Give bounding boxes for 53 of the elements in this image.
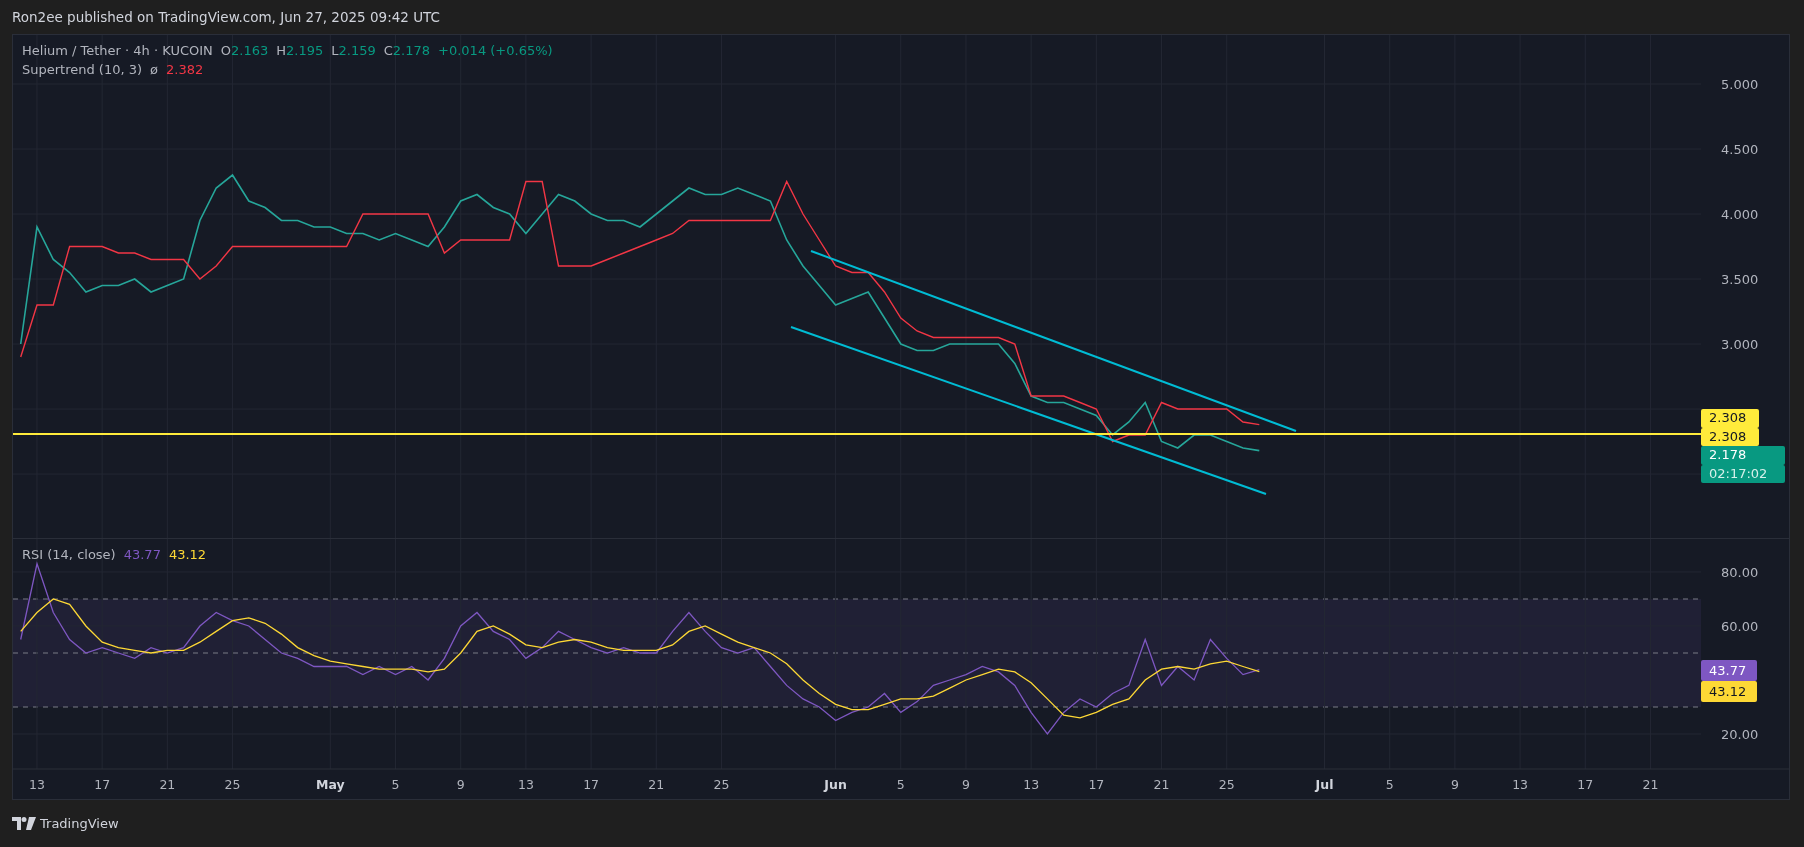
time-axis-label: 9 (1450, 777, 1459, 792)
time-axis-label: 5 (896, 777, 905, 792)
ohlc-value: L2.159 (331, 42, 376, 60)
logo-icon[interactable] (12, 817, 36, 830)
time-axis-label: 21 (1153, 777, 1170, 792)
publish-info: Ron2ee published on TradingView.com, Jun 27, 2025 09:42 UTC (12, 7, 440, 27)
rsi-axis-label: 20.00 (1721, 727, 1759, 742)
time-axis-label: 13 (1512, 777, 1529, 792)
price-label: 2.308 (1701, 427, 1759, 446)
indicator-value: 43.77 (123, 546, 161, 564)
time-axis-label: 21 (159, 777, 176, 792)
indicator-title: RSI (14, close) (22, 546, 116, 564)
indicator-value: 43.12 (168, 546, 207, 564)
countdown-label: 02:17:02 (1701, 464, 1785, 483)
ohlc-value: O2.163 (220, 42, 269, 60)
time-axis-label: 17 (94, 777, 111, 792)
time-axis-label: 13 (517, 777, 534, 792)
price-axis-label: 4.500 (1721, 142, 1759, 157)
rsi-axis-label: 60.00 (1721, 618, 1759, 634)
time-axis-label: 17 (583, 777, 600, 792)
ohlc-value: H2.195 (276, 42, 324, 60)
time-axis-label: Jun (824, 777, 847, 792)
price-change: +0.014 (+0.65%) (438, 42, 553, 60)
price-label: 2.178 (1701, 446, 1785, 465)
time-axis-label: 17 (1577, 777, 1594, 792)
time-axis-label: Jul (1315, 777, 1334, 792)
visibility-symbol[interactable]: ø (150, 60, 159, 79)
time-axis-label: 5 (1385, 777, 1394, 792)
time-axis-label: 13 (1023, 777, 1040, 792)
price-axis-label: 5.000 (1721, 77, 1759, 92)
symbol-title: Helium / Tether · 4h · KUCOIN (22, 42, 213, 60)
time-axis-label: 25 (224, 777, 241, 792)
time-axis-label: 21 (648, 777, 665, 792)
time-axis-label: 25 (713, 777, 730, 792)
brand-name: TradingView (40, 814, 119, 833)
indicator-label: 43.77 (1701, 660, 1757, 681)
time-axis-label: 9 (456, 777, 465, 792)
time-axis-label: 25 (1218, 777, 1235, 792)
price-label: 2.308 (1701, 409, 1759, 428)
price-axis-label: 3.500 (1721, 272, 1759, 287)
price-axis-label: 3.000 (1721, 337, 1759, 353)
indicator-label: 43.12 (1701, 681, 1757, 702)
rsi-axis-label: 80.00 (1721, 564, 1759, 580)
time-axis-label: 21 (1642, 777, 1659, 792)
time-axis-label: 9 (962, 777, 970, 792)
time-axis-label: 5 (391, 777, 400, 792)
time-axis-label: 13 (29, 777, 45, 792)
indicator-value: 2.382 (166, 61, 204, 79)
ohlc-value: C2.178 (383, 42, 431, 60)
time-axis-label: 17 (1088, 777, 1105, 792)
price-axis-label: 4.000 (1721, 207, 1759, 222)
time-axis-label: May (316, 777, 345, 792)
indicator-title: Supertrend (10, 3) (22, 61, 143, 79)
